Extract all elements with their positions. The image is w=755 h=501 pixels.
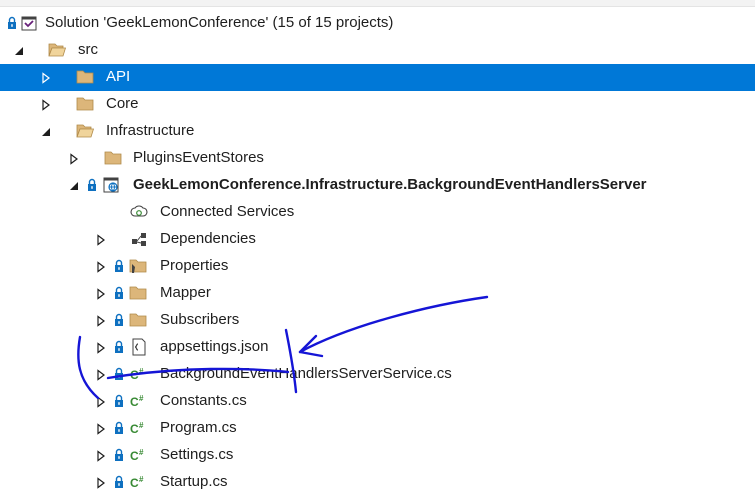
properties-folder-icon <box>129 257 147 275</box>
collapsed-arrow-icon[interactable] <box>95 395 107 407</box>
connected-services-icon <box>130 203 148 221</box>
lock-icon <box>114 421 124 435</box>
lock-icon <box>114 394 124 408</box>
tree-item-properties[interactable]: Properties <box>0 253 755 280</box>
tree-item-project[interactable]: GeekLemonConference.Infrastructure.Backg… <box>0 172 755 199</box>
tree-item-label: Properties <box>160 257 229 274</box>
tree-item-label: API <box>106 68 131 85</box>
lock-icon <box>114 313 124 327</box>
tree-item-background-service-cs[interactable]: BackgroundEventHandlersServerService.cs <box>0 361 755 388</box>
csharp-file-icon <box>130 446 148 464</box>
collapsed-arrow-icon[interactable] <box>95 341 107 353</box>
tree-item-infrastructure[interactable]: Infrastructure <box>0 118 755 145</box>
tree-item-label: appsettings.json <box>160 338 269 355</box>
csharp-file-icon <box>130 419 148 437</box>
tree-item-label: Startup.cs <box>160 473 228 490</box>
csharp-file-icon <box>130 365 148 383</box>
csharp-file-icon <box>130 473 148 491</box>
collapsed-arrow-icon[interactable] <box>95 233 107 245</box>
folder-icon <box>104 149 122 167</box>
folder-open-icon <box>76 122 94 140</box>
collapsed-arrow-icon[interactable] <box>95 260 107 272</box>
lock-icon <box>114 286 124 300</box>
lock-icon <box>114 448 124 462</box>
tree-item-label: Mapper <box>160 284 211 301</box>
lock-icon <box>114 367 124 381</box>
tree-item-subscribers[interactable]: Subscribers <box>0 307 755 334</box>
expanded-arrow-icon[interactable] <box>68 179 80 191</box>
lock-icon <box>114 259 124 273</box>
tree-item-label: GeekLemonConference.Infrastructure.Backg… <box>133 176 647 193</box>
solution-icon <box>20 14 38 32</box>
tree-item-appsettings-json[interactable]: appsettings.json <box>0 334 755 361</box>
tree-item-connected-services[interactable]: Connected Services <box>0 199 755 226</box>
tree-item-label: Constants.cs <box>160 392 247 409</box>
tree-item-src[interactable]: src <box>0 37 755 64</box>
collapsed-arrow-icon[interactable] <box>40 98 52 110</box>
tree-item-constants-cs[interactable]: Constants.cs <box>0 388 755 415</box>
tree-item-mapper[interactable]: Mapper <box>0 280 755 307</box>
lock-icon <box>87 178 97 192</box>
collapsed-arrow-icon[interactable] <box>95 476 107 488</box>
collapsed-arrow-icon[interactable] <box>95 314 107 326</box>
tree-item-label: PluginsEventStores <box>133 149 264 166</box>
collapsed-arrow-icon[interactable] <box>95 287 107 299</box>
folder-icon <box>129 284 147 302</box>
tree-item-label: Core <box>106 95 139 112</box>
expanded-arrow-icon[interactable] <box>40 125 52 137</box>
tree-item-label: Solution 'GeekLemonConference' (15 of 15… <box>45 14 394 31</box>
tree-item-api[interactable]: API <box>0 64 755 91</box>
tree-item-dependencies[interactable]: Dependencies <box>0 226 755 253</box>
collapsed-arrow-icon[interactable] <box>95 368 107 380</box>
tree-item-startup-cs[interactable]: Startup.cs <box>0 469 755 496</box>
tree-item-label: Dependencies <box>160 230 256 247</box>
collapsed-arrow-icon[interactable] <box>95 422 107 434</box>
tree-item-label: Subscribers <box>160 311 240 328</box>
folder-open-icon <box>48 41 66 59</box>
tree-item-label: Settings.cs <box>160 446 234 463</box>
tree-item-program-cs[interactable]: Program.cs <box>0 415 755 442</box>
tree-item-label: src <box>78 41 98 58</box>
lock-icon <box>114 340 124 354</box>
folder-icon <box>76 95 94 113</box>
tree-item-label: BackgroundEventHandlersServerService.cs <box>160 365 452 382</box>
collapsed-arrow-icon[interactable] <box>68 152 80 164</box>
json-file-icon <box>129 338 147 356</box>
tree-item-label: Infrastructure <box>106 122 195 139</box>
lock-icon <box>7 16 17 30</box>
tree-item-plugins-event-stores[interactable]: PluginsEventStores <box>0 145 755 172</box>
collapsed-arrow-icon[interactable] <box>95 449 107 461</box>
tree-item-label: Connected Services <box>160 203 295 220</box>
csharp-file-icon <box>130 392 148 410</box>
title-strip <box>0 0 755 7</box>
folder-icon <box>129 311 147 329</box>
tree-item-settings-cs[interactable]: Settings.cs <box>0 442 755 469</box>
tree-item-solution[interactable]: Solution 'GeekLemonConference' (15 of 15… <box>0 10 755 37</box>
tree-item-label: Program.cs <box>160 419 237 436</box>
folder-icon <box>76 68 94 86</box>
dependencies-icon <box>130 230 148 248</box>
collapsed-arrow-icon[interactable] <box>40 71 52 83</box>
project-icon <box>102 176 120 194</box>
expanded-arrow-icon[interactable] <box>13 44 25 56</box>
tree-item-core[interactable]: Core <box>0 91 755 118</box>
lock-icon <box>114 475 124 489</box>
